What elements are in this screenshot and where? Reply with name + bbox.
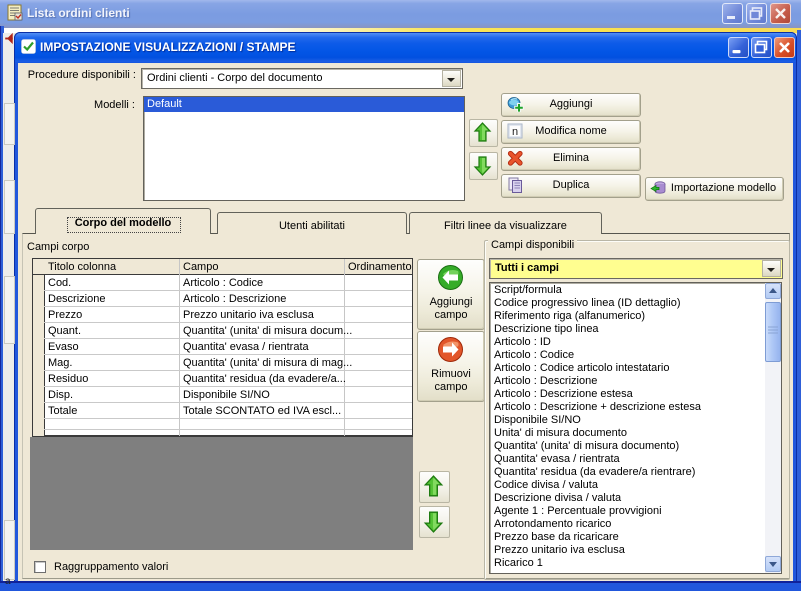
svg-text:n: n: [512, 126, 518, 138]
